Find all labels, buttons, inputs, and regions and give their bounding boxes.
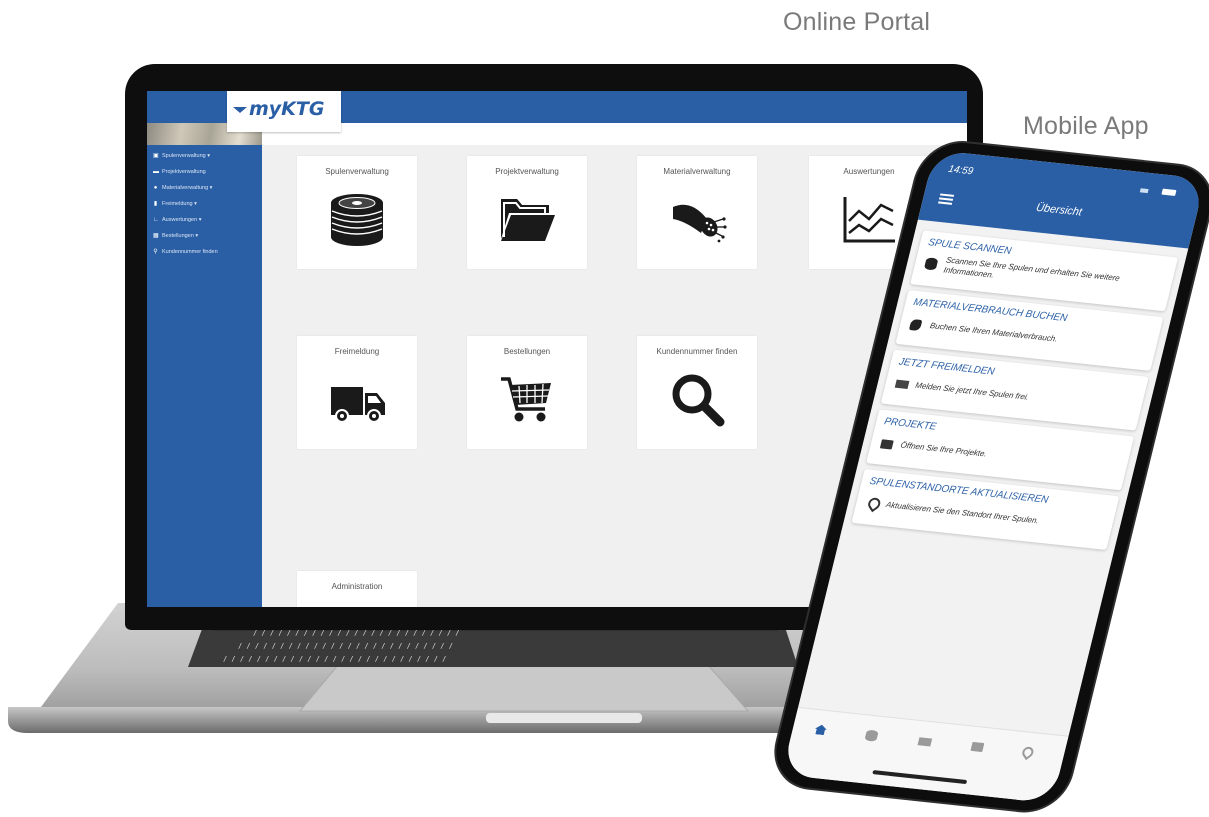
- spool-icon: ▣: [153, 152, 159, 159]
- spool-icon: [331, 194, 383, 246]
- spool-icon: [923, 257, 939, 271]
- card-heading: PROJEKTE: [883, 416, 938, 433]
- home-icon[interactable]: [814, 724, 828, 735]
- tile-title: Auswertungen: [843, 167, 895, 176]
- sidebar-item-bestellungen[interactable]: ▦ Bestellungen ▾: [153, 231, 198, 241]
- sidebar-item-label: Bestellungen ▾: [162, 233, 199, 239]
- tile-title: Materialverwaltung: [663, 167, 731, 176]
- card-text: Scannen Sie Ihre Spulen und erhalten Sie…: [942, 255, 1121, 283]
- tile-freimeldung[interactable]: Freimeldung: [297, 336, 417, 449]
- sidebar-item-label: Kundennummer finden: [162, 249, 218, 255]
- portal-logo[interactable]: myKTG: [227, 91, 341, 132]
- cable-icon: [908, 318, 923, 332]
- chart-icon: ∟: [153, 216, 159, 223]
- tile-kundennummer-finden[interactable]: Kundennummer finden: [637, 336, 757, 449]
- sidebar-item-spulenverwaltung[interactable]: ▣ Spulenverwaltung ▾: [153, 151, 210, 161]
- sidebar-item-label: Auswertungen ▾: [162, 217, 202, 223]
- portal-sidebar: ▣ Spulenverwaltung ▾ ▬ Projektverwaltung ●…: [147, 145, 262, 607]
- tile-title: Kundennummer finden: [656, 347, 738, 356]
- search-icon: [672, 374, 725, 427]
- tile-title: Bestellungen: [503, 347, 551, 356]
- sidebar-item-materialverwaltung[interactable]: ● Materialverwaltung ▾: [153, 183, 213, 193]
- folder-icon[interactable]: [970, 741, 985, 753]
- cart-icon: [501, 377, 551, 422]
- location-pin-icon: [865, 495, 883, 513]
- tile-bestellungen[interactable]: Bestellungen: [467, 336, 587, 449]
- card-text: Öffnen Sie Ihre Projekte.: [899, 440, 988, 459]
- card-text: Melden Sie jetzt Ihre Spulen frei.: [914, 380, 1030, 402]
- tile-title: Spulenverwaltung: [325, 167, 389, 176]
- tile-title: Administration: [331, 582, 383, 591]
- cart-icon: ▦: [153, 232, 159, 239]
- fiber-cable-icon: [673, 204, 727, 243]
- logo-mark-icon: [233, 106, 247, 113]
- card-heading: SPULE SCANNEN: [926, 237, 1013, 257]
- cable-icon: ●: [153, 184, 158, 191]
- sidebar-item-auswertungen[interactable]: ∟ Auswertungen ▾: [153, 215, 201, 225]
- folder-icon: [501, 199, 555, 241]
- tile-materialverwaltung[interactable]: Materialverwaltung: [637, 156, 757, 269]
- truck-icon[interactable]: [917, 737, 933, 747]
- line-chart-icon: [843, 197, 895, 243]
- card-text: Aktualisieren Sie den Standort Ihrer Spu…: [885, 500, 1040, 526]
- mobile-app-caption: Mobile App: [1023, 112, 1149, 140]
- location-pin-icon[interactable]: [1020, 744, 1036, 761]
- folder-icon: [879, 439, 894, 450]
- online-portal-caption: Online Portal: [783, 8, 931, 36]
- sidebar-item-label: Freimeldung ▾: [162, 201, 197, 207]
- tile-title: Freimeldung: [334, 347, 380, 356]
- spool-icon[interactable]: [864, 729, 879, 742]
- tile-spulenverwaltung[interactable]: Spulenverwaltung: [297, 156, 417, 269]
- svg-text:/ / / / / / / / / /: / / / / / / / / / / / / / / / / / / / / …: [238, 642, 453, 650]
- card-heading: MATERIALVERBRAUCH BUCHEN: [912, 296, 1069, 325]
- sidebar-item-freimeldung[interactable]: ▮ Freimeldung ▾: [153, 199, 197, 209]
- sidebar-item-projektverwaltung[interactable]: ▬ Projektverwaltung: [153, 167, 206, 177]
- logo-text: myKTG: [249, 98, 325, 120]
- truck-icon: ▮: [153, 200, 158, 207]
- sidebar-item-label: Projektverwaltung: [162, 169, 206, 175]
- folder-icon: ▬: [153, 168, 159, 175]
- content-top-bar: [262, 123, 967, 145]
- svg-text:/ / / / / / / / / /: / / / / / / / / / / / / / / / / / / / / …: [223, 655, 446, 663]
- card-heading: JETZT FREIMELDEN: [897, 356, 996, 378]
- truck-icon: [894, 379, 910, 389]
- sidebar-item-label: Materialverwaltung ▾: [162, 185, 213, 191]
- svg-text:/ / / / / / / / / /: / / / / / / / / / / / / / / / / / / / / …: [253, 629, 460, 637]
- sidebar-item-kundennummer[interactable]: ⚲ Kundennummer finden: [153, 247, 218, 257]
- tile-administration[interactable]: Administration: [297, 571, 417, 607]
- tile-projektverwaltung[interactable]: Projektverwaltung: [467, 156, 587, 269]
- search-icon: ⚲: [153, 248, 158, 255]
- tile-title: Projektverwaltung: [495, 167, 559, 176]
- card-text: Buchen Sie Ihren Materialverbrauch.: [928, 321, 1059, 344]
- truck-icon: [331, 387, 385, 423]
- sidebar-item-label: Spulenverwaltung ▾: [162, 153, 211, 159]
